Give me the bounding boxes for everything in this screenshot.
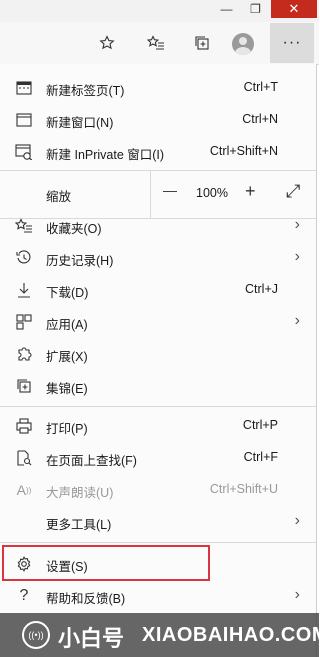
watermark-cn-text: 小白号	[58, 626, 125, 651]
collections-icon	[14, 376, 34, 396]
watermark-en-text: XIAOBAIHAO.COM	[142, 624, 320, 646]
chevron-right-icon: ›	[294, 512, 300, 529]
find-icon	[14, 448, 34, 468]
new-window-icon	[14, 110, 34, 130]
menu-item-more-tools[interactable]: 更多工具(L) ›	[0, 506, 316, 538]
radio-signal-icon: ((•))	[22, 621, 50, 649]
menu-item-print[interactable]: 打印(P) Ctrl+P	[0, 410, 316, 442]
extensions-icon	[14, 344, 34, 364]
menu-separator	[0, 542, 316, 543]
new-tab-icon	[14, 78, 34, 98]
shortcut-label: Ctrl+F	[243, 450, 278, 464]
menu-item-label: 新建 InPrivate 窗口(I)	[46, 148, 165, 162]
zoom-label: 缩放	[46, 190, 72, 204]
close-button[interactable]: ✕	[271, 0, 317, 18]
fullscreen-button[interactable]: ⤢	[286, 181, 300, 202]
menu-item-label: 应用(A)	[46, 318, 88, 332]
menu-item-apps[interactable]: 应用(A) ›	[0, 306, 316, 338]
menu-item-favorites[interactable]: 收藏夹(O) ›	[0, 210, 316, 242]
zoom-level: 100%	[196, 186, 228, 200]
shortcut-label: Ctrl+J	[245, 282, 278, 296]
profile-avatar[interactable]	[232, 33, 254, 55]
chevron-right-icon: ›	[294, 312, 300, 329]
favorites-list-icon[interactable]	[143, 30, 169, 56]
menu-item-new-window[interactable]: 新建窗口(N) Ctrl+N	[0, 104, 316, 136]
window-title-bar: — ❐ ✕	[0, 0, 319, 22]
menu-item-collections[interactable]: 集锦(E)	[0, 370, 316, 402]
chevron-right-icon: ›	[294, 586, 300, 603]
menu-item-label: 更多工具(L)	[46, 518, 112, 532]
shortcut-label: Ctrl+Shift+N	[209, 144, 278, 158]
menu-item-new-inprivate-window[interactable]: 新建 InPrivate 窗口(I) Ctrl+Shift+N	[0, 136, 316, 168]
menu-item-label: 打印(P)	[46, 422, 88, 436]
menu-item-downloads[interactable]: 下载(D) Ctrl+J	[0, 274, 316, 306]
menu-item-label: 扩展(X)	[46, 350, 88, 364]
shortcut-label: Ctrl+P	[242, 418, 278, 432]
download-icon	[14, 280, 34, 300]
inprivate-icon	[14, 142, 34, 162]
menu-item-label: 帮助和反馈(B)	[46, 592, 126, 606]
menu-item-read-aloud[interactable]: A)) 大声朗读(U) Ctrl+Shift+U	[0, 474, 316, 506]
more-options-button[interactable]: ···	[270, 23, 314, 63]
menu-item-label: 收藏夹(O)	[46, 222, 102, 236]
shortcut-label: Ctrl+Shift+U	[209, 482, 278, 496]
watermark-banner: ((•)) 小白号 XIAOBAIHAO.COM	[0, 613, 320, 657]
menu-item-label: 新建窗口(N)	[46, 116, 114, 130]
settings-highlight-box	[2, 545, 210, 581]
menu-separator	[0, 406, 316, 407]
menu-item-label: 大声朗读(U)	[46, 486, 114, 500]
minimize-button[interactable]: —	[213, 0, 240, 18]
menu-item-label: 新建标签页(T)	[46, 84, 125, 98]
watermark-icon-glyph: ((•))	[28, 630, 44, 640]
favorites-icon	[14, 216, 34, 236]
menu-item-label: 下载(D)	[46, 286, 89, 300]
maximize-button[interactable]: ❐	[242, 0, 269, 18]
print-icon	[14, 416, 34, 436]
zoom-out-button[interactable]: —	[163, 182, 177, 198]
read-aloud-icon: A))	[16, 482, 32, 498]
help-icon: ?	[19, 587, 29, 604]
menu-item-help-feedback[interactable]: ? 帮助和反馈(B) ›	[0, 580, 316, 612]
menu-item-history[interactable]: 历史记录(H) ›	[0, 242, 316, 274]
menu-item-find-on-page[interactable]: 在页面上查找(F) Ctrl+F	[0, 442, 316, 474]
menu-item-label: 历史记录(H)	[46, 254, 114, 268]
menu-item-label: 集锦(E)	[46, 382, 88, 396]
chevron-right-icon: ›	[294, 216, 300, 233]
shortcut-label: Ctrl+T	[243, 80, 278, 94]
menu-item-new-tab[interactable]: 新建标签页(T) Ctrl+T	[0, 72, 316, 104]
apps-icon	[14, 312, 34, 332]
chevron-right-icon: ›	[294, 248, 300, 265]
history-icon	[14, 248, 34, 268]
menu-item-label: 在页面上查找(F)	[46, 454, 137, 468]
menu-item-extensions[interactable]: 扩展(X)	[0, 338, 316, 370]
add-favorite-star-icon[interactable]	[94, 30, 120, 56]
collections-icon[interactable]	[189, 30, 215, 56]
shortcut-label: Ctrl+N	[242, 112, 278, 126]
zoom-in-button[interactable]: +	[245, 181, 256, 202]
